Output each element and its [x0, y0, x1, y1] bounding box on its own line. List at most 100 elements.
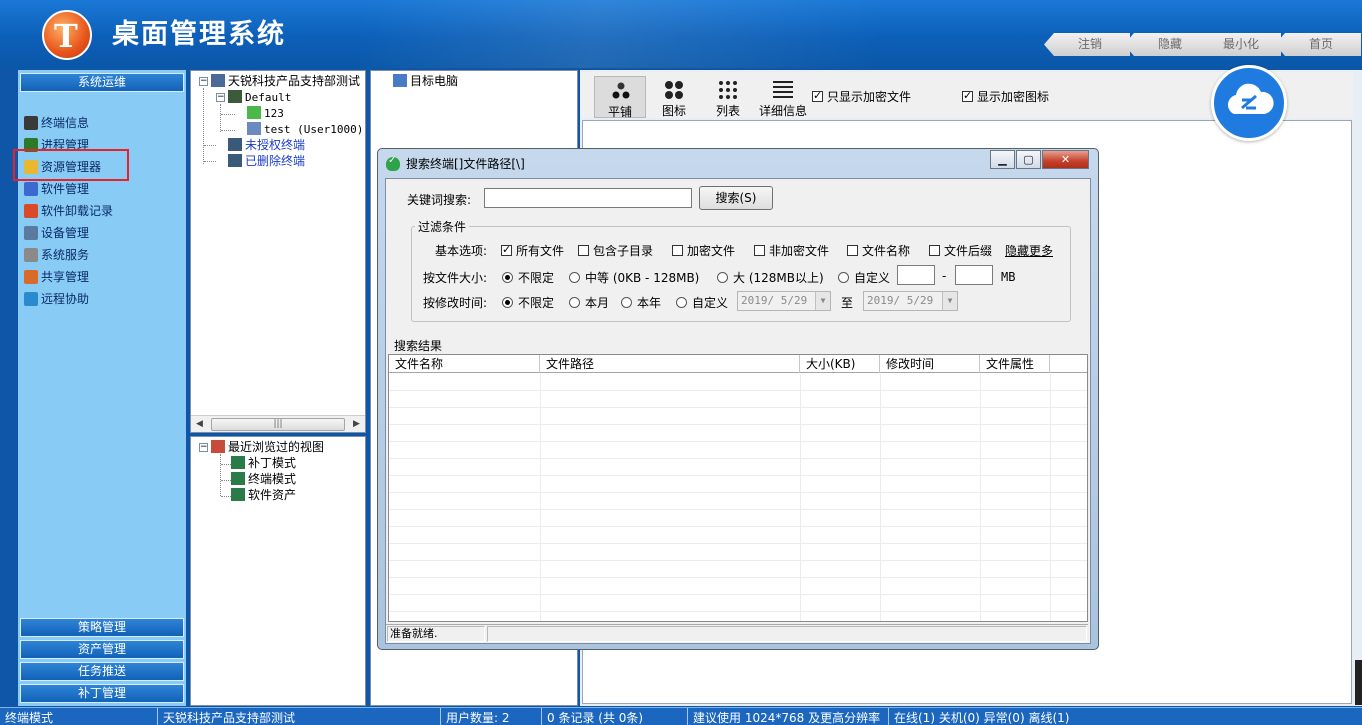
tree-group-default[interactable]: Default	[228, 90, 291, 105]
scroll-left-arrow[interactable]: ◀	[191, 416, 208, 433]
option-extension[interactable]: 文件后缀	[929, 242, 992, 259]
checkbox-box[interactable]	[929, 245, 940, 256]
column-header-path[interactable]: 文件路径	[540, 355, 800, 373]
tree-machine[interactable]: 123	[247, 106, 284, 121]
tree-deleted[interactable]: 已删除终端	[228, 154, 305, 169]
group-icon	[228, 154, 242, 167]
nav-item-uninstall-log[interactable]: 软件卸载记录	[24, 201, 113, 221]
table-row-empty	[389, 476, 1087, 493]
radio-dot[interactable]	[676, 297, 687, 308]
checkbox-box[interactable]	[847, 245, 858, 256]
search-results-table[interactable]: 文件名称 文件路径 大小(KB) 修改时间 文件属性	[388, 354, 1088, 622]
option-encrypted[interactable]: 加密文件	[672, 242, 735, 259]
view-list-button[interactable]: 列表	[702, 76, 754, 118]
recent-item[interactable]: 终端模式	[231, 472, 296, 487]
radio-dot[interactable]	[838, 272, 849, 283]
nav-item-software[interactable]: 软件管理	[24, 179, 89, 199]
cloud-float-button[interactable]	[1211, 65, 1287, 141]
nav-item-share[interactable]: 共享管理	[24, 267, 89, 287]
expand-toggle[interactable]: −	[216, 93, 225, 102]
nav-item-terminal-info[interactable]: 终端信息	[24, 113, 89, 133]
checkbox-box[interactable]	[962, 89, 973, 102]
keyword-search-input[interactable]	[484, 188, 692, 208]
home-button[interactable]: 首页	[1275, 33, 1361, 56]
column-header-filename[interactable]: 文件名称	[389, 355, 540, 373]
date-from-picker[interactable]: 2019/ 5/29 ▼	[737, 291, 831, 311]
recent-item[interactable]: 补丁模式	[231, 456, 296, 471]
column-header-modified[interactable]: 修改时间	[880, 355, 980, 373]
show-encrypted-icon-checkbox[interactable]: 显示加密图标	[962, 88, 1049, 105]
checkbox-box[interactable]	[754, 245, 765, 256]
checkbox-box[interactable]	[501, 243, 512, 256]
option-all-files[interactable]: 所有文件	[501, 242, 564, 259]
nav-item-device[interactable]: 设备管理	[24, 223, 89, 243]
column-header-attributes[interactable]: 文件属性	[980, 355, 1050, 373]
results-header-row: 文件名称 文件路径 大小(KB) 修改时间 文件属性	[389, 355, 1087, 373]
tree-root[interactable]: 天锐科技产品支持部测试	[211, 74, 360, 89]
view-icon-button[interactable]: 图标	[648, 76, 700, 118]
radio-label: 不限定	[518, 296, 555, 310]
scroll-right-arrow[interactable]: ▶	[348, 416, 365, 433]
nav-section-system-ops[interactable]: 系统运维	[20, 73, 184, 92]
status-records: 0 条记录 (共 0条)	[542, 708, 688, 725]
size-large-radio[interactable]: 大 (128MB以上)	[717, 269, 824, 286]
radio-dot[interactable]	[569, 297, 580, 308]
nav-section-assets[interactable]: 资产管理	[20, 640, 184, 659]
minimize-button[interactable]: 最小化	[1195, 33, 1281, 56]
column-header-size[interactable]: 大小(KB)	[800, 355, 880, 373]
checkbox-box[interactable]	[672, 245, 683, 256]
size-custom-radio[interactable]: 自定义	[838, 269, 890, 286]
view-details-button[interactable]: 详细信息	[757, 76, 809, 118]
dialog-minimize-button[interactable]: ▁	[990, 150, 1015, 169]
dialog-maximize-button[interactable]: ▢	[1016, 150, 1041, 169]
tree-unauthorized[interactable]: 未授权终端	[228, 138, 305, 153]
size-min-input[interactable]	[897, 265, 935, 285]
vertical-scrollbar[interactable]	[1355, 660, 1362, 705]
size-unlimited-radio[interactable]: 不限定	[502, 269, 554, 286]
hide-more-link[interactable]: 隐藏更多	[1005, 242, 1053, 259]
nav-section-task-push[interactable]: 任务推送	[20, 662, 184, 681]
nav-section-policy[interactable]: 策略管理	[20, 618, 184, 637]
dropdown-arrow-icon[interactable]: ▼	[815, 292, 830, 310]
recent-item[interactable]: 软件资产	[231, 488, 296, 503]
view-list-label: 列表	[715, 104, 740, 118]
date-to-label: 至	[841, 296, 854, 310]
checkbox-box[interactable]	[578, 245, 589, 256]
tree-machine[interactable]: test (User1000)	[247, 122, 363, 137]
size-medium-radio[interactable]: 中等 (0KB - 128MB)	[569, 269, 699, 286]
time-year-radio[interactable]: 本年	[621, 294, 661, 311]
option-unencrypted[interactable]: 非加密文件	[754, 242, 829, 259]
date-from-value: 2019/ 5/29	[741, 294, 808, 307]
only-encrypted-checkbox[interactable]: 只显示加密文件	[812, 88, 911, 105]
nav-section-patch[interactable]: 补丁管理	[20, 684, 184, 703]
search-button[interactable]: 搜索(S)	[699, 186, 773, 210]
nav-item-label: 软件管理	[41, 182, 90, 196]
radio-dot[interactable]	[502, 297, 513, 308]
view-tile-button[interactable]: 平铺	[594, 76, 646, 119]
radio-dot[interactable]	[502, 272, 513, 283]
radio-dot[interactable]	[569, 272, 580, 283]
nav-item-service[interactable]: 系统服务	[24, 245, 89, 265]
time-unlimited-radio[interactable]: 不限定	[502, 294, 554, 311]
tree-machine-label: test (User1000)	[264, 123, 364, 136]
radio-dot[interactable]	[717, 272, 728, 283]
option-filename[interactable]: 文件名称	[847, 242, 910, 259]
dropdown-arrow-icon[interactable]: ▼	[942, 292, 957, 310]
nav-item-remote[interactable]: 远程协助	[24, 289, 89, 309]
scroll-thumb[interactable]: |||	[211, 418, 345, 431]
time-month-radio[interactable]: 本月	[569, 294, 609, 311]
expand-toggle[interactable]: −	[199, 443, 208, 452]
tree-horizontal-scrollbar[interactable]: ◀ ||| ▶	[191, 415, 365, 432]
recent-root[interactable]: 最近浏览过的视图	[211, 440, 324, 455]
expand-toggle[interactable]: −	[199, 77, 208, 86]
logout-button[interactable]: 注销	[1044, 33, 1130, 56]
radio-dot[interactable]	[621, 297, 632, 308]
target-computer-node[interactable]: 目标电脑	[393, 74, 458, 89]
checkbox-box[interactable]	[812, 89, 823, 102]
status-users: 用户数量: 2	[441, 708, 542, 725]
date-to-picker[interactable]: 2019/ 5/29 ▼	[863, 291, 958, 311]
time-custom-radio[interactable]: 自定义	[676, 294, 728, 311]
dialog-close-button[interactable]: ✕	[1042, 150, 1089, 169]
size-max-input[interactable]	[955, 265, 993, 285]
option-include-subdirs[interactable]: 包含子目录	[578, 242, 653, 259]
